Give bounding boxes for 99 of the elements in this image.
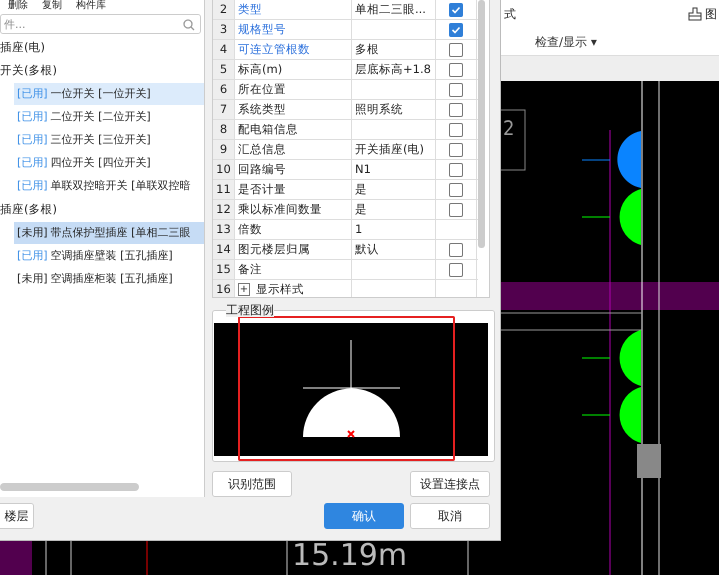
tree-group[interactable]: 插座(多根) bbox=[0, 198, 204, 221]
floor-button[interactable]: 楼层 bbox=[0, 503, 34, 529]
status-tag: [已用] bbox=[17, 175, 48, 197]
row-number: 12 bbox=[213, 200, 235, 219]
checkbox[interactable] bbox=[449, 82, 463, 96]
ribbon-label[interactable]: 式 bbox=[504, 6, 516, 23]
property-name: 是否计量 bbox=[235, 180, 352, 199]
property-name: 汇总信息 bbox=[235, 140, 352, 159]
property-value[interactable]: 默认 bbox=[352, 240, 436, 259]
checkbox[interactable] bbox=[449, 262, 463, 276]
check-display-menu[interactable]: 检查/显示 ▾ bbox=[535, 34, 597, 51]
tree-item[interactable]: [已用] 一位开关 [一位开关] bbox=[14, 83, 204, 105]
row-number: 10 bbox=[213, 160, 235, 179]
item-label: 带点保护型插座 [单相二三眼 bbox=[50, 225, 190, 241]
property-value[interactable]: 是 bbox=[352, 180, 436, 199]
row-number: 15 bbox=[213, 260, 235, 279]
legend-button[interactable]: 识别范围 bbox=[212, 471, 292, 497]
expand-toggle[interactable]: + bbox=[238, 283, 250, 296]
item-label: 空调插座柜装 [五孔插座] bbox=[50, 271, 173, 287]
status-tag: [未用] bbox=[17, 268, 48, 290]
toolbar-button[interactable]: 删除 bbox=[8, 0, 28, 12]
search-field[interactable]: 件... bbox=[0, 14, 201, 34]
cancel-button[interactable]: 取消 bbox=[410, 503, 490, 529]
checkbox[interactable] bbox=[449, 2, 463, 16]
property-name: 回路编号 bbox=[235, 160, 352, 179]
brush-icon[interactable] bbox=[688, 7, 702, 21]
row-number: 11 bbox=[213, 180, 235, 199]
search-icon bbox=[183, 19, 195, 31]
checkbox[interactable] bbox=[449, 42, 463, 56]
item-label: 三位开关 [三位开关] bbox=[50, 132, 151, 148]
item-label: 单联双控暗开关 [单联双控暗 bbox=[50, 178, 190, 194]
toolbar-button[interactable]: 复制 bbox=[42, 0, 62, 12]
property-name: 系统类型 bbox=[235, 100, 352, 119]
property-value[interactable]: 照明系统 bbox=[352, 100, 436, 119]
checkbox[interactable] bbox=[449, 202, 463, 216]
status-tag: [未用] bbox=[17, 222, 48, 244]
item-label: 二位开关 [二位开关] bbox=[50, 109, 151, 125]
property-name: 图元楼层归属 bbox=[235, 240, 352, 259]
row-number: 2 bbox=[213, 0, 235, 19]
item-label: 一位开关 [一位开关] bbox=[50, 86, 151, 102]
row-number: 8 bbox=[213, 120, 235, 139]
property-name: 倍数 bbox=[235, 220, 352, 239]
legend-button[interactable]: 设置连接点 bbox=[410, 471, 490, 497]
property-name: + 显示样式 bbox=[235, 280, 352, 297]
row-number: 14 bbox=[213, 240, 235, 259]
row-number: 5 bbox=[213, 60, 235, 79]
checkbox[interactable] bbox=[449, 122, 463, 136]
scrollbar[interactable] bbox=[0, 483, 139, 491]
status-tag: [已用] bbox=[17, 83, 48, 105]
property-name: 标高(m) bbox=[235, 60, 352, 79]
checkbox[interactable] bbox=[449, 62, 463, 76]
row-number: 13 bbox=[213, 220, 235, 239]
status-tag: [已用] bbox=[17, 129, 48, 151]
item-label: 空调插座壁装 [五孔插座] bbox=[50, 248, 173, 264]
tree-item[interactable]: [已用] 单联双控暗开关 [单联双控暗 bbox=[14, 175, 204, 197]
tree-group[interactable]: 开关(多根) bbox=[0, 59, 204, 82]
ribbon-label[interactable]: 图 bbox=[705, 6, 717, 23]
property-value[interactable]: 多根 bbox=[352, 40, 436, 59]
status-tag: [已用] bbox=[17, 245, 48, 267]
row-number: 6 bbox=[213, 80, 235, 99]
tree-item[interactable]: [已用] 四位开关 [四位开关] bbox=[14, 152, 204, 174]
dimension-text: 15.19m bbox=[292, 538, 408, 573]
row-number: 7 bbox=[213, 100, 235, 119]
tree-group[interactable]: 插座(电) bbox=[0, 36, 204, 59]
property-name: 可连立管根数 bbox=[235, 40, 352, 59]
checkbox[interactable] bbox=[449, 102, 463, 116]
property-name: 配电箱信息 bbox=[235, 120, 352, 139]
property-name: 所在位置 bbox=[235, 80, 352, 99]
property-name: 备注 bbox=[235, 260, 352, 279]
checkbox[interactable] bbox=[449, 242, 463, 256]
checkbox[interactable] bbox=[449, 142, 463, 156]
tree-item[interactable]: [未用] 带点保护型插座 [单相二三眼 bbox=[14, 222, 204, 244]
property-value[interactable]: 单相二三眼... bbox=[352, 0, 436, 19]
property-name: 类型 bbox=[235, 0, 352, 19]
scrollbar[interactable] bbox=[478, 0, 485, 248]
property-value[interactable]: 1 bbox=[352, 220, 436, 239]
status-tag: [已用] bbox=[17, 106, 48, 128]
tree-item[interactable]: [未用] 空调插座柜装 [五孔插座] bbox=[14, 268, 204, 290]
checkbox[interactable] bbox=[449, 162, 463, 176]
row-number: 9 bbox=[213, 140, 235, 159]
property-value[interactable]: 开关插座(电) bbox=[352, 140, 436, 159]
checkbox[interactable] bbox=[449, 182, 463, 196]
frame-label: 2 bbox=[503, 116, 514, 140]
row-number: 4 bbox=[213, 40, 235, 59]
property-name: 乘以标准间数量 bbox=[235, 200, 352, 219]
property-value[interactable]: 层底标高+1.8 bbox=[352, 60, 436, 79]
property-name: 规格型号 bbox=[235, 20, 352, 39]
confirm-button[interactable]: 确认 bbox=[324, 503, 404, 529]
tree-item[interactable]: [已用] 二位开关 [二位开关] bbox=[14, 106, 204, 128]
row-number: 16 bbox=[213, 280, 235, 297]
status-tag: [已用] bbox=[17, 152, 48, 174]
tree-item[interactable]: [已用] 三位开关 [三位开关] bbox=[14, 129, 204, 151]
item-label: 四位开关 [四位开关] bbox=[50, 155, 151, 171]
group-title: 工程图例 bbox=[226, 303, 274, 317]
property-value[interactable]: 是 bbox=[352, 200, 436, 219]
checkbox[interactable] bbox=[449, 22, 463, 36]
tree-item[interactable]: [已用] 空调插座壁装 [五孔插座] bbox=[14, 245, 204, 267]
row-number: 3 bbox=[213, 20, 235, 39]
property-value[interactable]: N1 bbox=[352, 160, 436, 179]
